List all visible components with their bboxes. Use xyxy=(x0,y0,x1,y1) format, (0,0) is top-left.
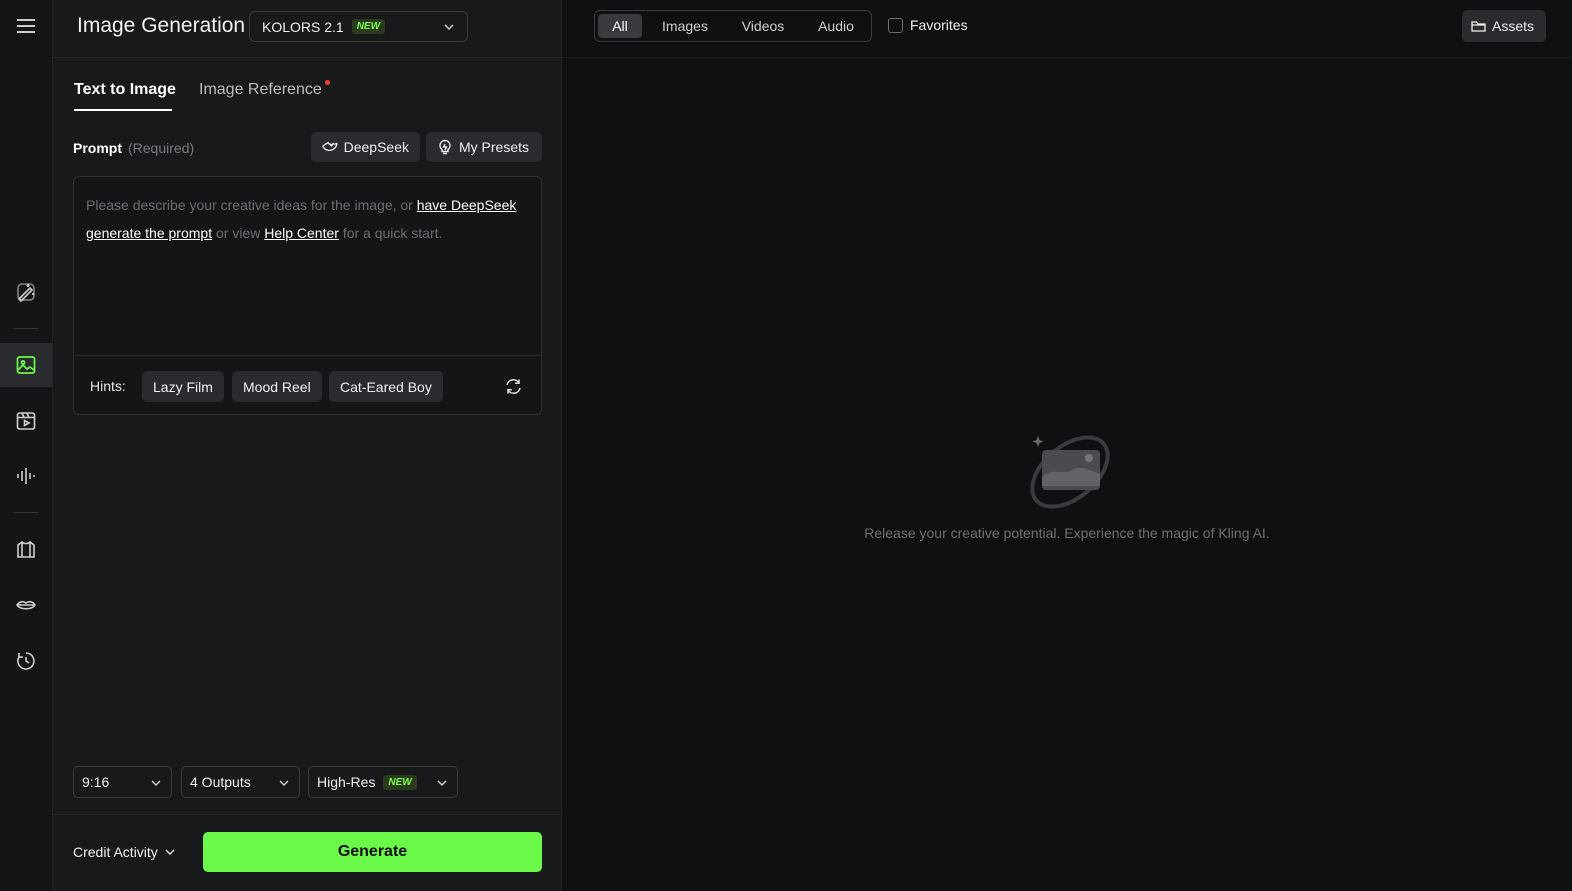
prompt-label: Prompt xyxy=(73,140,122,156)
generate-button[interactable]: Generate xyxy=(203,832,542,872)
hint-chip[interactable]: Lazy Film xyxy=(142,371,224,402)
presets-label: My Presets xyxy=(459,139,530,155)
prompt-required-note: (Required) xyxy=(128,140,195,156)
chevron-down-icon xyxy=(279,780,289,787)
hints-label: Hints: xyxy=(90,378,126,394)
audio-icon[interactable] xyxy=(0,454,52,498)
notification-dot xyxy=(325,80,330,85)
resolution-value: High-Res xyxy=(317,774,376,790)
lips-icon[interactable] xyxy=(0,583,52,627)
hint-chip[interactable]: Cat-Eared Boy xyxy=(329,371,443,402)
outputs-value: 4 Outputs xyxy=(190,774,251,790)
model-name: KOLORS 2.1 xyxy=(262,18,344,35)
hints-bar: Hints: Lazy Film Mood Reel Cat-Eared Boy xyxy=(74,355,541,415)
history-icon[interactable] xyxy=(0,639,52,683)
placeholder-text: Please describe your creative ideas for … xyxy=(86,197,417,213)
prompt-input[interactable]: Please describe your creative ideas for … xyxy=(73,176,542,415)
help-center-link[interactable]: Help Center xyxy=(264,225,339,241)
bulb-icon xyxy=(439,139,451,155)
chevron-down-icon xyxy=(165,849,175,856)
magic-pen-icon[interactable] xyxy=(0,270,52,314)
outputs-select[interactable]: 4 Outputs xyxy=(181,766,300,798)
generation-panel: Image Generation KOLORS 2.1 NEW Text to … xyxy=(53,0,562,891)
image-icon[interactable] xyxy=(0,343,52,387)
active-tab-indicator xyxy=(74,109,172,111)
checkbox-icon xyxy=(888,17,903,33)
my-presets-button[interactable]: My Presets xyxy=(426,132,542,162)
menu-icon[interactable] xyxy=(0,4,52,48)
favorites-label: Favorites xyxy=(910,17,968,33)
aspect-ratio-select[interactable]: 9:16 xyxy=(73,766,172,798)
chevron-down-icon xyxy=(151,780,161,787)
favorites-checkbox[interactable]: Favorites xyxy=(888,17,968,33)
filter-all[interactable]: All xyxy=(598,14,642,38)
page-title: Image Generation xyxy=(77,14,246,37)
filter-images[interactable]: Images xyxy=(649,14,721,38)
filter-audio[interactable]: Audio xyxy=(805,14,867,38)
filter-videos[interactable]: Videos xyxy=(728,14,798,38)
assets-button[interactable]: Assets xyxy=(1462,10,1546,42)
shirt-icon[interactable] xyxy=(0,528,52,572)
panel-footer: Credit Activity Generate xyxy=(53,814,561,891)
assets-label: Assets xyxy=(1492,18,1535,34)
prompt-placeholder: Please describe your creative ideas for … xyxy=(86,191,526,247)
new-badge: NEW xyxy=(383,774,417,790)
resolution-select[interactable]: High-Res NEW xyxy=(308,766,458,798)
new-badge: NEW xyxy=(351,19,386,34)
deepseek-icon xyxy=(322,141,338,152)
credit-activity-label: Credit Activity xyxy=(73,844,158,860)
deepseek-button[interactable]: DeepSeek xyxy=(311,132,420,162)
tab-image-reference[interactable]: Image Reference xyxy=(199,81,322,99)
rail-divider xyxy=(14,512,38,513)
folder-icon xyxy=(1471,21,1486,32)
chevron-down-icon xyxy=(444,24,454,31)
placeholder-text: or view xyxy=(212,225,265,241)
placeholder-text: for a quick start. xyxy=(338,225,443,241)
video-icon[interactable] xyxy=(0,399,52,443)
model-select[interactable]: KOLORS 2.1 NEW xyxy=(249,11,468,42)
media-filter-group: All Images Videos Audio xyxy=(594,10,872,42)
panel-header: Image Generation KOLORS 2.1 NEW xyxy=(53,0,561,58)
refresh-icon[interactable] xyxy=(504,377,523,396)
empty-state-illustration xyxy=(1030,435,1110,509)
deepseek-label: DeepSeek xyxy=(343,139,409,155)
assets-topbar: All Images Videos Audio Favorites Assets xyxy=(562,0,1572,58)
empty-state-message: Release your creative potential. Experie… xyxy=(864,525,1270,541)
rail-divider xyxy=(14,328,38,329)
hint-chip[interactable]: Mood Reel xyxy=(232,371,322,402)
chevron-down-icon xyxy=(437,780,447,787)
tab-text-to-image[interactable]: Text to Image xyxy=(74,81,176,99)
credit-activity-dropdown[interactable]: Credit Activity xyxy=(73,844,176,860)
left-rail xyxy=(0,0,53,891)
aspect-ratio-value: 9:16 xyxy=(82,774,110,790)
